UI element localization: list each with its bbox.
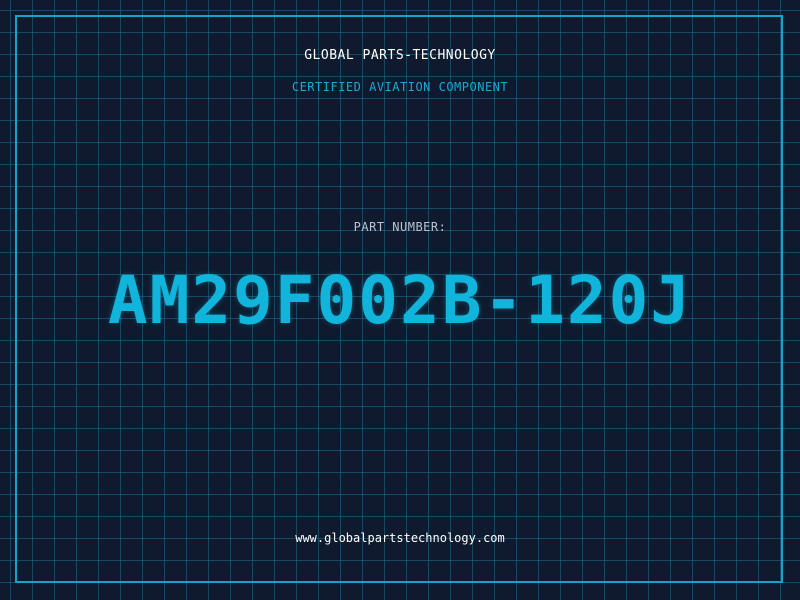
part-number-label: PART NUMBER: (353, 220, 447, 234)
company-name: GLOBAL PARTS-TECHNOLOGY (304, 48, 496, 63)
part-number: AM29F002B-120J (107, 262, 693, 339)
website-url: www.globalpartstechnology.com (295, 531, 505, 545)
tagline: CERTIFIED AVIATION COMPONENT (291, 80, 509, 94)
